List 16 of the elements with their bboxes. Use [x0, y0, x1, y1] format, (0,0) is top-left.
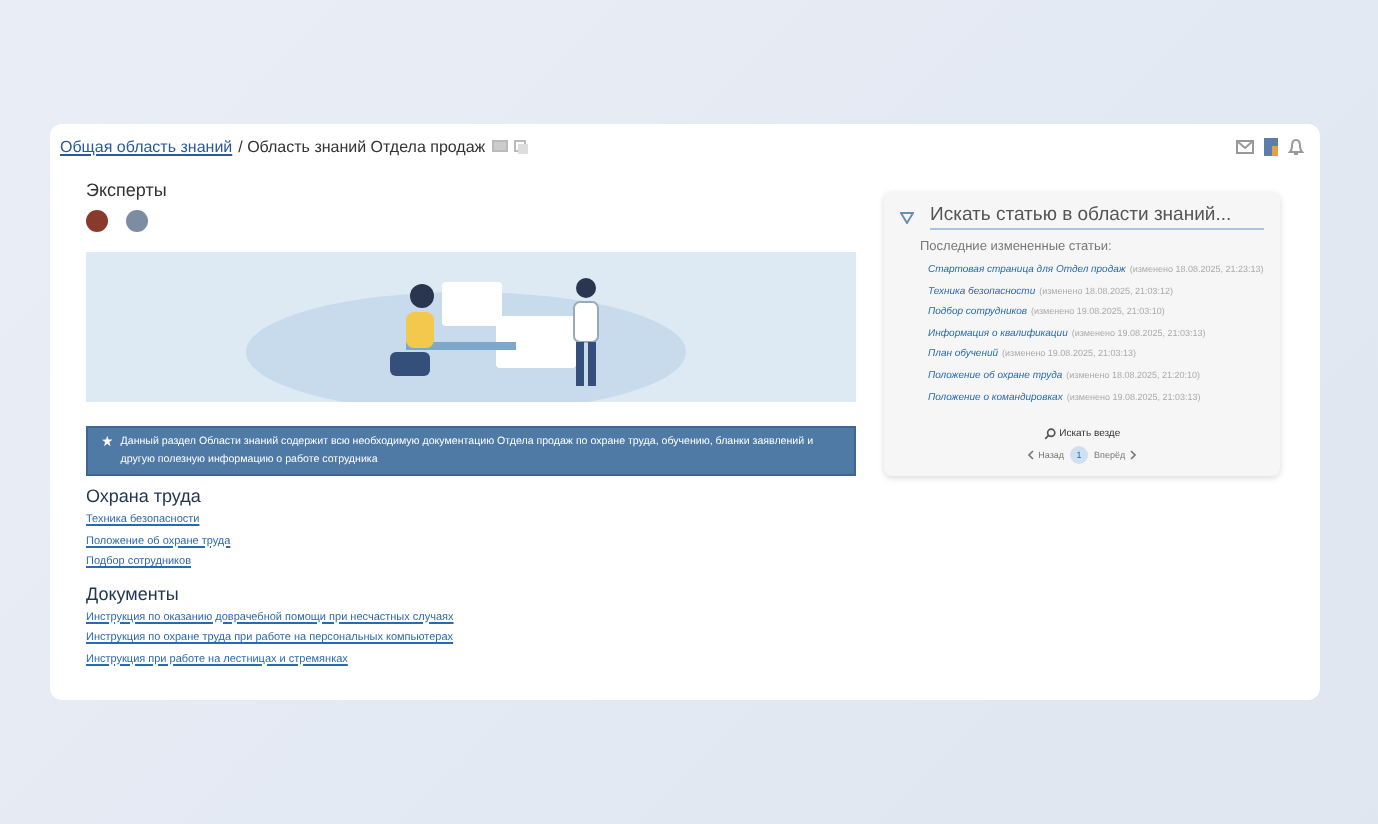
bell-icon[interactable]: [1288, 137, 1304, 155]
search-icon: [1043, 428, 1056, 441]
breadcrumb-current: / Область знаний Отдела продаж: [238, 137, 486, 155]
breadcrumb-link[interactable]: Общая область знаний: [60, 137, 233, 155]
section-heading: Документы: [86, 583, 181, 603]
search-field[interactable]: Искать статью в области знаний...: [930, 204, 1264, 230]
avatar[interactable]: [86, 210, 108, 232]
section-heading: Охрана труда: [86, 486, 203, 506]
star-icon: [102, 434, 113, 448]
experts-heading: Эксперты: [86, 180, 169, 200]
chevron-right-icon: [1129, 450, 1136, 461]
chevron-left-icon: [1028, 450, 1035, 461]
filter-icon[interactable]: [900, 211, 914, 223]
avatar[interactable]: [126, 210, 148, 232]
document-icon[interactable]: [1264, 137, 1278, 155]
copy-icon[interactable]: [513, 139, 528, 153]
